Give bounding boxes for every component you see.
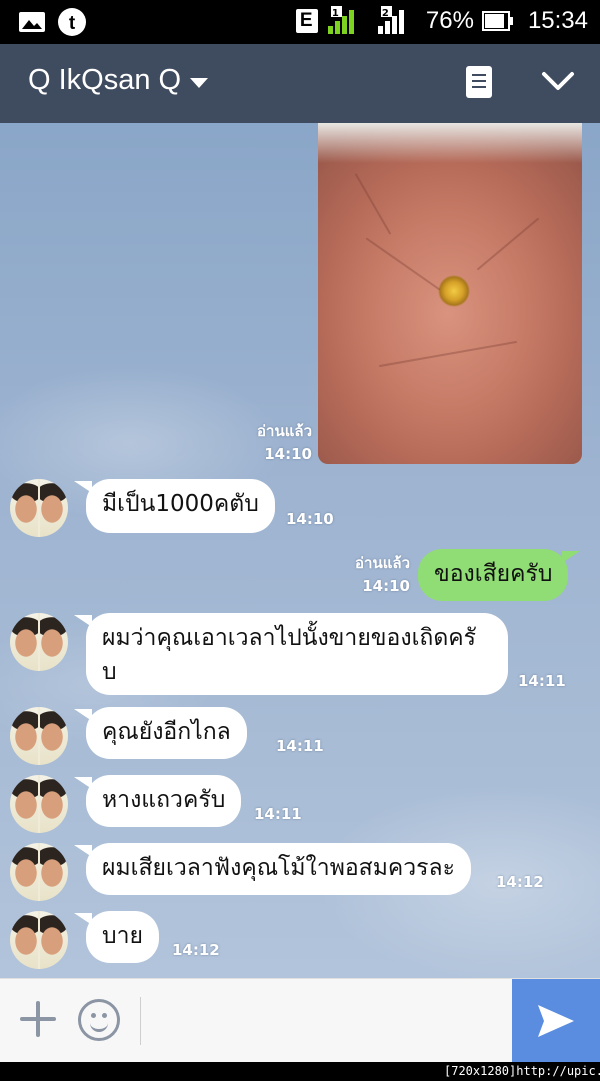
network-type-badge: E xyxy=(295,9,318,33)
gallery-icon xyxy=(19,12,45,32)
message-time: 14:10 xyxy=(264,445,312,463)
message-text: บาย xyxy=(102,923,143,949)
chat-header: Q IkQsan Q xyxy=(0,44,600,123)
signal-icon xyxy=(327,6,354,34)
chevron-down-icon[interactable] xyxy=(540,62,576,98)
message-time: 14:11 xyxy=(518,672,566,690)
outgoing-message[interactable]: ของเสียครับ xyxy=(418,549,582,601)
avatar[interactable] xyxy=(10,775,68,833)
chat-area[interactable]: อ่านแล้ว 14:10 มีเป็น1000คตับ 14:10 อ่าน… xyxy=(0,123,600,978)
avatar[interactable] xyxy=(10,613,68,671)
battery-icon xyxy=(481,11,513,31)
message-input[interactable] xyxy=(150,997,504,1047)
chat-title[interactable]: Q IkQsan Q xyxy=(28,64,181,97)
message-time: 14:12 xyxy=(496,873,544,891)
avatar[interactable] xyxy=(10,479,68,537)
send-button[interactable] xyxy=(512,979,600,1062)
svg-text:t: t xyxy=(69,13,76,34)
status-bar: t E 1 2 76% xyxy=(0,0,600,44)
plus-icon[interactable] xyxy=(20,1001,56,1037)
read-receipt: อ่านแล้ว xyxy=(355,554,410,572)
incoming-message[interactable]: ผมว่าคุณเอาเวลาไปนั้งขายของเถิดครั บ xyxy=(74,613,508,695)
message-time: 14:11 xyxy=(254,805,302,823)
incoming-message[interactable]: บาย xyxy=(74,911,159,963)
clock: 15:34 xyxy=(527,7,588,34)
phone-screen: t E 1 2 76% xyxy=(0,0,600,1062)
image-message[interactable] xyxy=(318,123,582,464)
tumblr-icon: t xyxy=(58,8,86,36)
incoming-message[interactable]: มีเป็น1000คตับ xyxy=(74,479,275,533)
message-meta: อ่านแล้ว 14:10 xyxy=(334,551,410,595)
read-receipt: อ่านแล้ว xyxy=(257,422,312,440)
message-text-line2: บ xyxy=(102,659,117,685)
message-text: ผมเสียเวลาฟังคุณโม้ใาพอสมควรละ xyxy=(102,855,455,881)
divider xyxy=(140,997,141,1045)
send-icon xyxy=(538,1005,574,1037)
message-time: 14:10 xyxy=(286,510,334,528)
signal-icon xyxy=(377,6,404,34)
message-text: ของเสียครับ xyxy=(434,561,553,587)
dropdown-caret-icon[interactable] xyxy=(190,78,208,88)
message-text: มีเป็น1000คตับ xyxy=(102,491,259,517)
message-time: 14:12 xyxy=(172,941,220,959)
incoming-message[interactable]: หางแถวครับ xyxy=(73,775,242,827)
message-time: 14:11 xyxy=(276,737,324,755)
incoming-message[interactable]: คุณยังอีกไกล xyxy=(74,707,247,759)
message-meta: อ่านแล้ว 14:10 xyxy=(236,419,312,463)
avatar[interactable] xyxy=(10,843,68,901)
message-text: หางแถวครับ xyxy=(102,787,226,813)
emoji-icon[interactable] xyxy=(78,999,120,1041)
notes-icon[interactable] xyxy=(466,66,492,98)
avatar[interactable] xyxy=(10,707,68,765)
message-composer xyxy=(0,978,600,1062)
incoming-message[interactable]: ผมเสียเวลาฟังคุณโม้ใาพอสมควรละ xyxy=(74,843,471,895)
battery-percent: 76% xyxy=(425,7,474,34)
avatar[interactable] xyxy=(10,911,68,969)
watermark: [720x1280]http://upic.me/ xyxy=(444,1064,600,1078)
message-time: 14:10 xyxy=(362,577,410,595)
message-text: ผมว่าคุณเอาเวลาไปนั้งขายของเถิดครั xyxy=(102,625,477,651)
message-text: คุณยังอีกไกล xyxy=(102,719,231,745)
